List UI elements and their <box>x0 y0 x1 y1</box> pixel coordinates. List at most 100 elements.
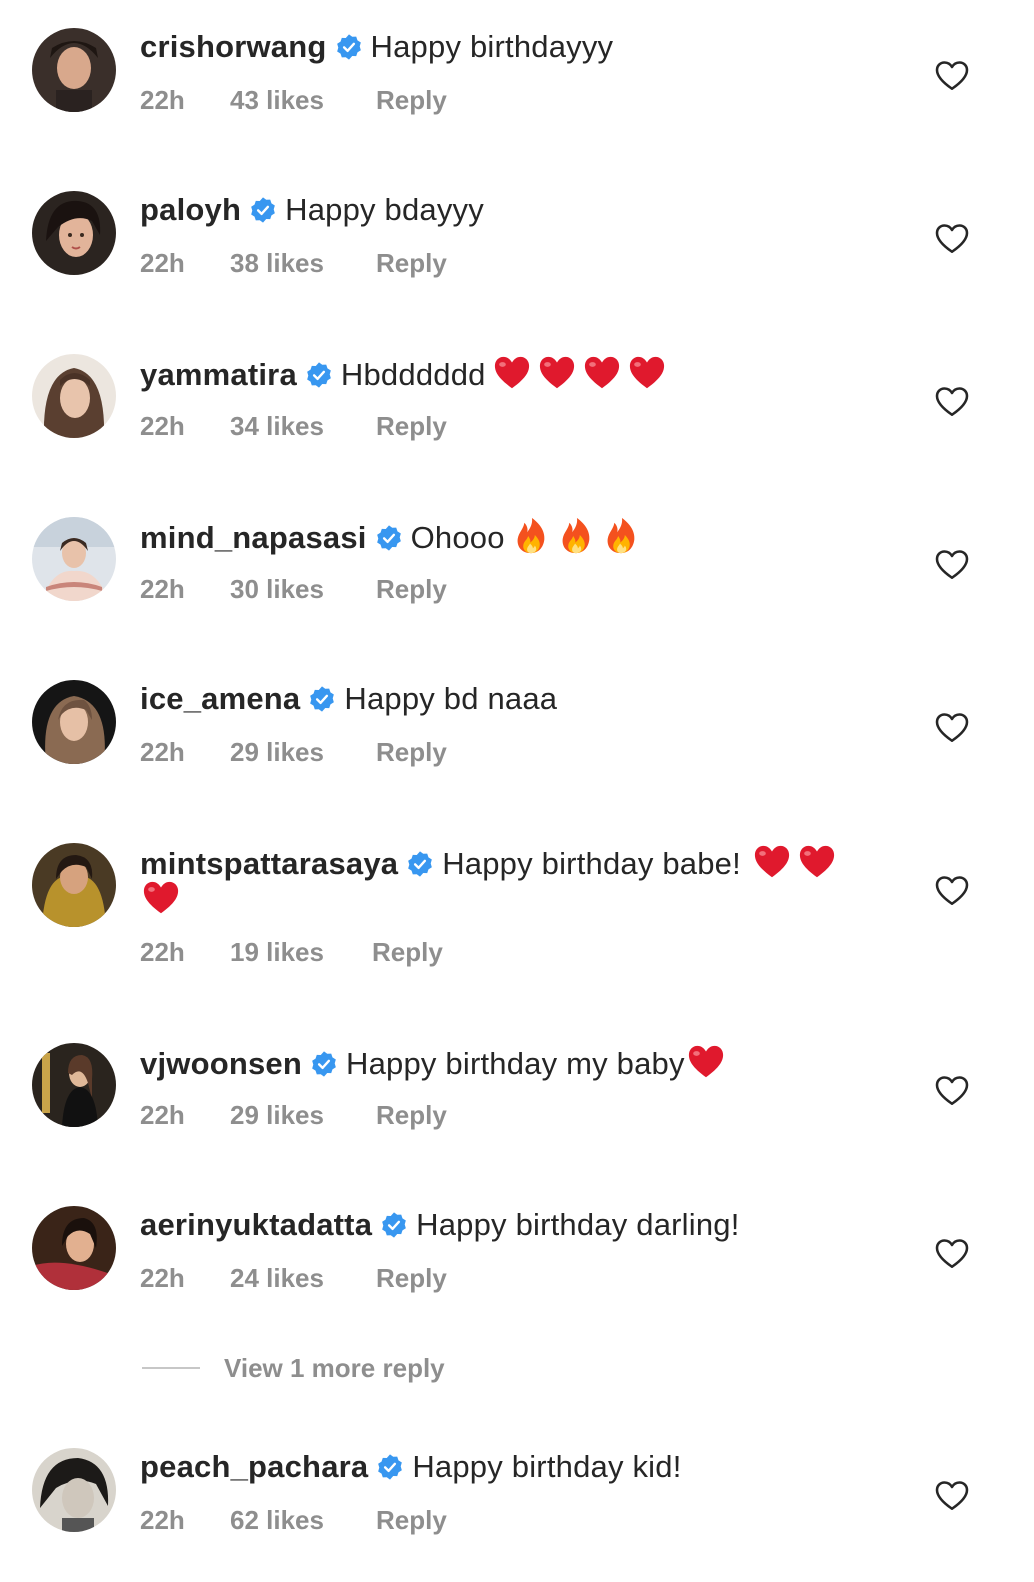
verified-badge-icon <box>406 850 434 878</box>
username[interactable]: paloyh <box>140 192 241 227</box>
username[interactable]: mintspattarasaya <box>140 846 398 881</box>
verified-badge-icon <box>308 685 336 713</box>
avatar[interactable] <box>32 517 116 601</box>
reply-button[interactable]: Reply <box>376 1505 447 1535</box>
comment-likes[interactable]: 29 likes <box>230 737 376 767</box>
avatar[interactable] <box>32 680 116 764</box>
comment-meta: 22h 19 likes Reply <box>140 937 443 967</box>
username[interactable]: ice_amena <box>140 681 300 716</box>
avatar[interactable] <box>32 191 116 275</box>
comment-meta: 22h 43 likes Reply <box>140 85 447 115</box>
username[interactable]: vjwoonsen <box>140 1046 302 1081</box>
heart-outline-icon[interactable] <box>934 1478 970 1514</box>
comment-body: Hbdddddd <box>340 357 486 392</box>
comment-body: Happy birthday babe! <box>442 846 741 881</box>
reply-button[interactable]: Reply <box>376 411 447 441</box>
heart-outline-icon[interactable] <box>934 221 970 257</box>
comment-text-line: ice_amena Happy bd naaa <box>140 680 914 718</box>
comment-likes[interactable]: 34 likes <box>230 411 376 441</box>
username[interactable]: aerinyuktadatta <box>140 1207 372 1242</box>
heart-outline-icon[interactable] <box>934 547 970 583</box>
username[interactable]: peach_pachara <box>140 1449 368 1484</box>
comment-time: 22h <box>140 85 185 115</box>
emoji-group <box>685 1043 725 1083</box>
verified-badge-icon <box>380 1211 408 1239</box>
comment-meta: 22h 29 likes Reply <box>140 1100 447 1130</box>
red-heart-emoji <box>583 354 621 392</box>
reply-button[interactable]: Reply <box>376 248 447 278</box>
verified-badge-icon <box>305 361 333 389</box>
comment-time: 22h <box>140 937 185 967</box>
heart-outline-icon[interactable] <box>934 1236 970 1272</box>
red-heart-emoji <box>142 879 180 917</box>
reply-button[interactable]: Reply <box>376 737 447 767</box>
comment-text-line-wrap <box>140 879 914 919</box>
red-heart-emoji <box>493 354 531 392</box>
comment-meta: 22h 34 likes Reply <box>140 411 447 441</box>
comment-body: Happy birthday darling! <box>416 1207 740 1242</box>
verified-badge-icon <box>310 1050 338 1078</box>
comment-text-line: mintspattarasaya Happy birthday babe! <box>140 843 914 883</box>
red-heart-emoji <box>628 354 666 392</box>
verified-badge-icon <box>335 33 363 61</box>
comment-text-line: mind_napasasi Ohooo <box>140 517 914 557</box>
reply-button[interactable]: Reply <box>376 85 447 115</box>
comment-meta: 22h 24 likes Reply <box>140 1263 447 1293</box>
emoji-group <box>505 517 640 557</box>
verified-badge-icon <box>375 524 403 552</box>
comment-likes[interactable]: 29 likes <box>230 1100 376 1130</box>
red-heart-emoji <box>538 354 576 392</box>
comment-text-line: vjwoonsen Happy birthday my baby <box>140 1043 914 1083</box>
comment-text-line: crishorwang Happy birthdayyy <box>140 28 914 66</box>
comment-likes[interactable]: 62 likes <box>230 1505 376 1535</box>
verified-badge-icon <box>249 196 277 224</box>
heart-outline-icon[interactable] <box>934 58 970 94</box>
comment-likes[interactable]: 19 likes <box>230 937 372 967</box>
avatar[interactable] <box>32 843 116 927</box>
comment-time: 22h <box>140 1263 185 1293</box>
comment-likes[interactable]: 43 likes <box>230 85 376 115</box>
comment-likes[interactable]: 38 likes <box>230 248 376 278</box>
comment-body: Ohooo <box>410 520 505 555</box>
avatar[interactable] <box>32 1043 116 1127</box>
comment-meta: 22h 62 likes Reply <box>140 1505 447 1535</box>
heart-outline-icon[interactable] <box>934 873 970 909</box>
avatar[interactable] <box>32 1448 116 1532</box>
red-heart-emoji <box>753 843 791 881</box>
comment-body: Happy birthday my baby <box>346 1046 685 1081</box>
heart-outline-icon[interactable] <box>934 384 970 420</box>
comment-text-line: peach_pachara Happy birthday kid! <box>140 1448 914 1486</box>
comment-time: 22h <box>140 737 185 767</box>
username[interactable]: mind_napasasi <box>140 520 367 555</box>
comment-time: 22h <box>140 574 185 604</box>
username[interactable]: yammatira <box>140 357 297 392</box>
red-heart-emoji <box>798 843 836 881</box>
heart-outline-icon[interactable] <box>934 1073 970 1109</box>
comment-likes[interactable]: 30 likes <box>230 574 376 604</box>
comment-text-line: aerinyuktadatta Happy birthday darling! <box>140 1206 914 1244</box>
fire-emoji <box>512 517 550 555</box>
comment-meta: 22h 38 likes Reply <box>140 248 447 278</box>
comment-time: 22h <box>140 1100 185 1130</box>
verified-badge-icon <box>376 1453 404 1481</box>
view-more-replies-button[interactable]: View 1 more reply <box>142 1350 445 1386</box>
reply-button[interactable]: Reply <box>372 937 443 967</box>
heart-outline-icon[interactable] <box>934 710 970 746</box>
divider-line <box>142 1367 200 1369</box>
view-more-replies-label: View 1 more reply <box>224 1352 445 1383</box>
avatar[interactable] <box>32 1206 116 1290</box>
reply-button[interactable]: Reply <box>376 1100 447 1130</box>
emoji-group <box>486 354 666 394</box>
avatar[interactable] <box>32 28 116 112</box>
reply-button[interactable]: Reply <box>376 1263 447 1293</box>
fire-emoji <box>602 517 640 555</box>
reply-button[interactable]: Reply <box>376 574 447 604</box>
comment-meta: 22h 30 likes Reply <box>140 574 447 604</box>
comment-text-line: yammatira Hbdddddd <box>140 354 914 394</box>
avatar[interactable] <box>32 354 116 438</box>
comment-time: 22h <box>140 248 185 278</box>
username[interactable]: crishorwang <box>140 29 327 64</box>
comment-likes[interactable]: 24 likes <box>230 1263 376 1293</box>
comment-meta: 22h 29 likes Reply <box>140 737 447 767</box>
comment-body: Happy bdayyy <box>285 192 484 227</box>
